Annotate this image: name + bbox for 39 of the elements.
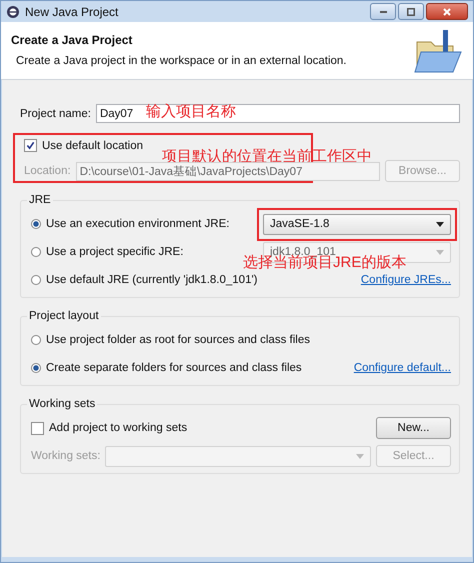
page-description: Create a Java project in the workspace or in an external location. [15,55,348,67]
radio-label: Use project folder as root for sources and class files [46,334,310,346]
configure-link[interactable]: Configure JREs... [360,274,451,286]
checkbox[interactable] [31,422,44,434]
radio-label: Create separate folders for sources and class files [46,362,302,374]
radio-label: Use default JRE (currently 'jdk1.8.0_101') [46,274,258,286]
checkbox[interactable] [24,139,37,152]
maximize-icon [407,8,415,16]
close-icon [443,8,451,16]
dropdown-arrow-icon [436,222,444,226]
configure-link[interactable]: Configure default... [354,362,451,374]
project-name-label: Project name: [20,108,91,120]
radio-button[interactable] [31,219,41,229]
page-title: Create a Java Project [11,33,134,47]
working-sets-label: Working sets: [31,450,100,462]
minimize-icon [380,10,386,12]
minimize-button[interactable] [370,3,396,20]
close-button[interactable] [426,3,468,20]
location-label: Location: [24,165,71,177]
field-value: D:\course\01-Java基础\JavaProjects\Day07 [80,164,302,178]
dropdown[interactable]: JavaSE-1.8 [263,214,451,234]
group-title: Project layout [27,310,101,322]
field-value: Day07 [100,108,134,120]
maximize-button[interactable] [398,3,424,20]
checkbox-label: Use default location [42,140,144,152]
dropdown-arrow-icon [436,250,444,254]
group-title: JRE [27,194,53,206]
new-button[interactable]: New... [376,417,451,439]
radio-label: Use an execution environment JRE: [46,218,230,230]
annotation-text: 输入项目名称 [146,102,236,121]
checkbox-label: Add project to working sets [49,422,188,434]
dropdown-value: JavaSE-1.8 [270,218,330,230]
radio-button[interactable] [31,335,41,345]
radio-label: Use a project specific JRE: [46,246,184,258]
window-title: New Java Project [25,4,118,18]
dropdown-arrow-icon [356,454,364,458]
radio-button[interactable] [31,363,41,373]
group-title: Working sets [27,398,98,410]
radio-button[interactable] [31,275,41,285]
